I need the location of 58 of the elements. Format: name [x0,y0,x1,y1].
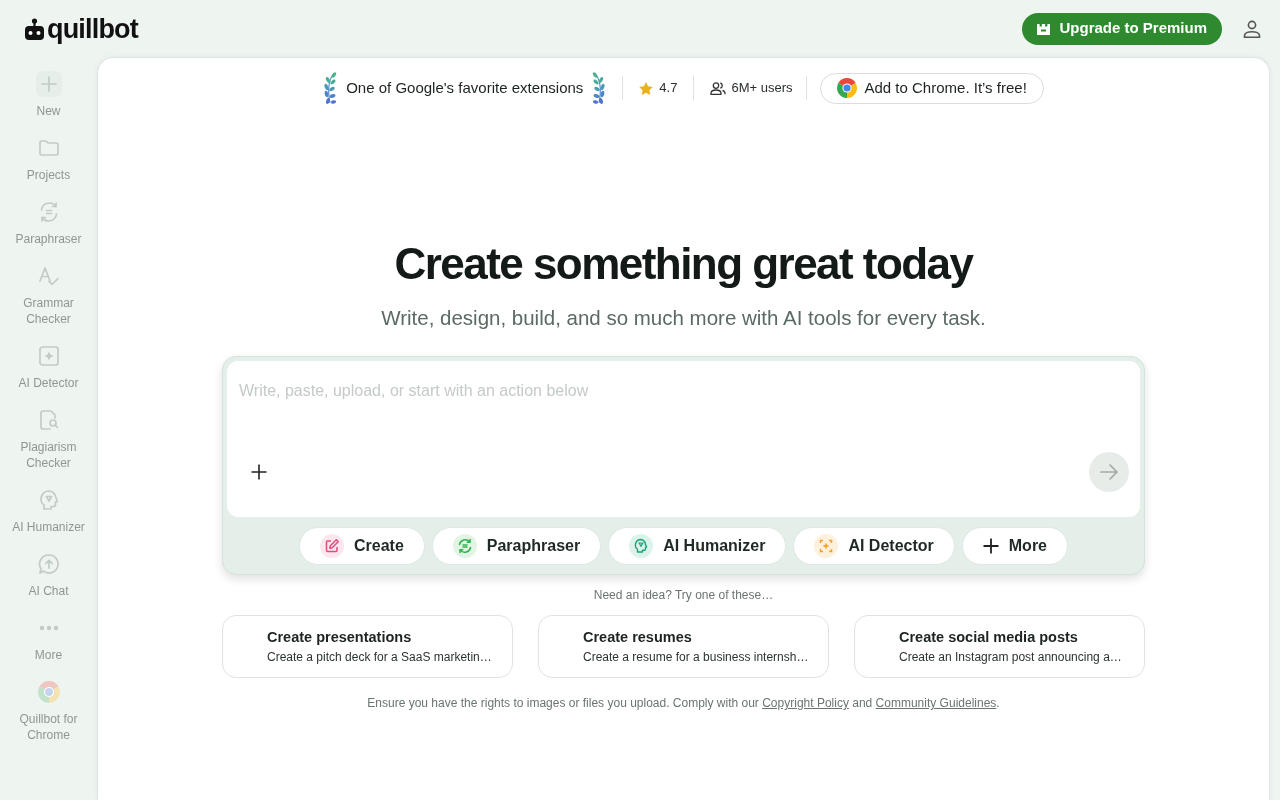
hero-title: Create something great today [394,238,973,290]
hero-subtitle: Write, design, build, and so much more with AI tools for every task. [381,305,986,331]
suggestion-card[interactable]: Create presentations Create a pitch deck for a SaaS marketin… [222,615,513,678]
add-to-chrome-button[interactable]: Add to Chrome. It’s free! [819,72,1044,104]
suggestion-description: Create a pitch deck for a SaaS marketin… [267,649,493,665]
robot-logo-icon [25,17,44,40]
sidebar-item[interactable]: Projects [5,127,92,191]
prompt-field[interactable]: Write, paste, upload, or start with an action below [227,361,1140,517]
suggestion-description: Create a resume for a business internsh… [583,649,810,665]
suggestion-card[interactable]: Create resumes Create a resume for a business internsh… [538,615,829,678]
suggestions-prompt: Need an idea? Try one of these… [593,587,774,603]
cycle-arrows-icon [452,534,477,558]
action-chip[interactable]: Paraphraser [431,527,602,565]
plus-icon [251,464,267,480]
sidebar-item[interactable]: More [5,607,92,671]
sparkle-frame-icon [814,534,839,558]
plus-icon [982,538,999,554]
suggestion-title: Create social media posts [899,628,1079,647]
suggestion-description: Create an Instagram post announcing a… [899,649,1123,665]
chrome-logo-icon [836,78,857,98]
sidebar-item[interactable]: AI Detector [5,335,92,399]
rating-text: 4.7 [659,79,678,98]
arrow-right-icon [1100,464,1118,480]
suggestion-card[interactable]: Create social media posts Create an Instagram post announcing a… [854,615,1145,678]
laurel-icon [323,71,339,105]
plus-icon [35,71,62,97]
crown-icon [1037,22,1051,35]
suggestion-title: Create presentations [267,628,413,647]
user-icon [1242,18,1262,39]
sidebar-item[interactable]: Quillbot for Chrome [5,671,92,751]
action-chip[interactable]: AI Detector [793,527,955,565]
sidebar-item[interactable]: Grammar Checker [5,255,92,335]
sidebar-item[interactable]: AI Humanizer [5,479,92,543]
sidebar-item[interactable]: New [5,63,92,127]
dots-icon [38,625,59,631]
action-chip[interactable]: Create [298,527,425,565]
policy-link[interactable]: Copyright Policy [762,696,849,710]
action-chip[interactable]: More [961,527,1068,565]
users-icon [710,81,727,95]
sparkle-frame-icon [36,344,61,368]
laurel-icon [591,71,607,105]
upgrade-button[interactable]: Upgrade to Premium [1022,12,1222,45]
head-icon [629,534,654,558]
chat-bubble-icon [36,552,61,576]
sidebar-item[interactable]: Paraphraser [5,191,92,255]
attach-button[interactable] [249,462,269,482]
suggestion-title: Create resumes [583,628,693,647]
action-chip[interactable]: AI Humanizer [608,527,787,565]
users-count-text: 6M+ users [731,79,793,98]
sidebar-item[interactable]: AI Chat [5,543,92,607]
award-text: One of Google's favorite extensions [346,77,584,98]
sidebar-item[interactable]: Plagiarism Checker [5,399,92,479]
prompt-input[interactable]: Write, paste, upload, or start with an action below [227,361,1140,443]
chrome-logo-icon [37,681,60,703]
star-icon [639,81,654,95]
rights-notice: Ensure you have the rights to images or files you upload. Comply with our Copyright Policy and Community Guidelines. [367,695,1000,711]
letter-check-icon [36,264,61,288]
logo-text: quillbot [47,13,138,44]
